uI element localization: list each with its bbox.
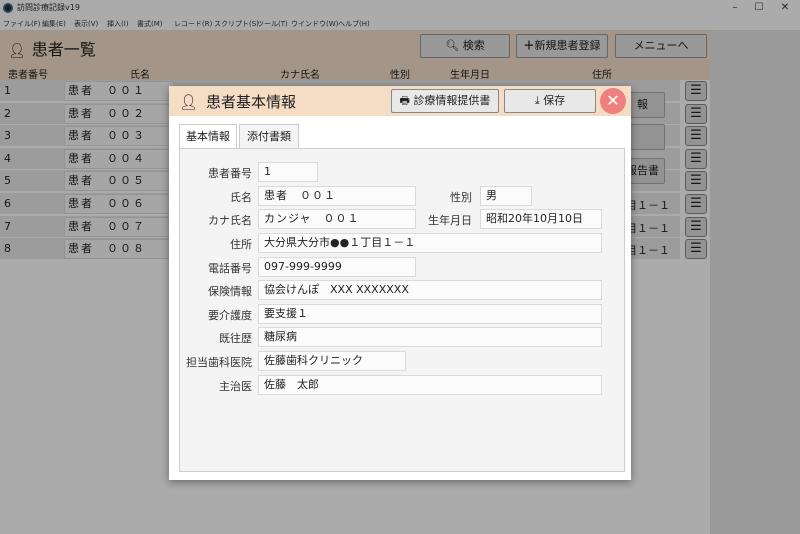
dialog-title: 👤︎ 患者基本情報 — [179, 91, 296, 112]
close-dialog-button[interactable]: ✕ — [600, 88, 626, 114]
dob-field[interactable]: 昭和20年10月10日 — [480, 209, 602, 229]
history-label: 既往歴 — [219, 332, 252, 345]
name-label: 氏名 — [230, 191, 252, 204]
download-icon: ⤓ — [534, 94, 540, 107]
history-field[interactable]: 糖尿病 — [258, 327, 602, 347]
care-level-field[interactable]: 要支援１ — [258, 304, 602, 324]
name-field[interactable]: 患者 ００１ — [258, 186, 416, 206]
save-button[interactable]: ⤓ 保存 — [504, 89, 596, 113]
doctor-field[interactable]: 佐藤 太郎 — [258, 375, 602, 395]
tab-basic-info[interactable]: 基本情報 — [179, 124, 237, 149]
basic-info-panel: 患者番号 1 氏名 患者 ００１ 性別 男 カナ氏名 カンジャ ００１ 生年月日… — [179, 148, 625, 472]
patient-info-dialog: 👤︎ 患者基本情報 🖶︎ 診療情報提供書 ⤓ 保存 ✕ 基本情報 添付書類 患者番… — [169, 86, 631, 480]
person-icon: 👤︎ — [179, 93, 199, 111]
tab-attachments[interactable]: 添付書類 — [239, 124, 299, 148]
patient-number-field[interactable]: 1 — [258, 162, 318, 182]
insurance-label: 保険情報 — [208, 285, 252, 298]
care-level-label: 要介護度 — [208, 309, 252, 322]
dentist-label: 担当歯科医院 — [186, 356, 252, 369]
save-button-label: 保存 — [543, 94, 566, 107]
dentist-field[interactable]: 佐藤歯科クリニック — [258, 351, 406, 371]
patient-number-label: 患者番号 — [208, 167, 252, 180]
provide-info-button[interactable]: 🖶︎ 診療情報提供書 — [391, 89, 499, 113]
sex-field[interactable]: 男 — [480, 186, 532, 206]
printer-icon: 🖶︎ — [399, 94, 410, 107]
dialog-title-text: 患者基本情報 — [206, 93, 297, 111]
insurance-field[interactable]: 協会けんぽ XXX XXXXXXX — [258, 280, 602, 300]
provide-info-label: 診療情報提供書 — [413, 94, 491, 107]
address-field[interactable]: 大分県大分市●●１丁目１－１ — [258, 233, 602, 253]
phone-label: 電話番号 — [208, 262, 252, 275]
phone-field[interactable]: 097-999-9999 — [258, 257, 416, 277]
dialog-header: 👤︎ 患者基本情報 🖶︎ 診療情報提供書 ⤓ 保存 ✕ — [169, 86, 631, 116]
kana-field[interactable]: カンジャ ００１ — [258, 209, 416, 229]
dob-label: 生年月日 — [428, 214, 472, 227]
kana-label: カナ氏名 — [208, 214, 252, 227]
doctor-label: 主治医 — [219, 380, 252, 393]
address-label: 住所 — [230, 238, 252, 251]
sex-label: 性別 — [450, 191, 472, 204]
